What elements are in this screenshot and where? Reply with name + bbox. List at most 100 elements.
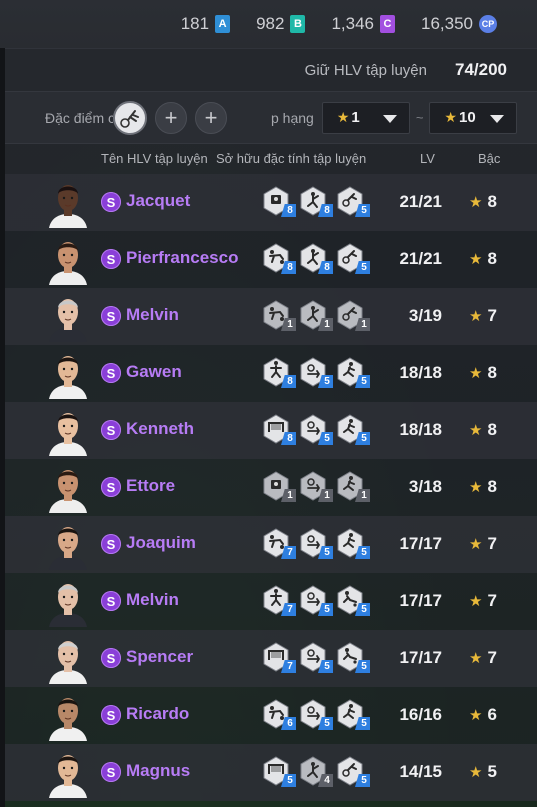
coach-level: 17/17 [399, 534, 442, 553]
star-icon: ★ [469, 764, 483, 781]
coach-row[interactable]: S Pierfrancesco 8 8 5 21/21 ★ 8 [5, 231, 537, 288]
run-icon: 5 [336, 699, 370, 730]
coach-row[interactable]: S Ettore 1 1 1 3/18 ★ 8 [5, 459, 537, 516]
star-icon: ★ [469, 650, 483, 667]
coach-grade-value: 8 [487, 477, 497, 496]
coach-traits: 885 [262, 243, 373, 274]
coach-row[interactable]: S Melvin 7 5 5 17/17 ★ 7 [5, 573, 537, 630]
coach-name: Pierfrancesco [126, 248, 239, 267]
tackle-icon: 7 [262, 528, 296, 559]
rarity-badge: S [101, 477, 121, 497]
column-header-lv[interactable]: LV [420, 151, 435, 166]
coach-name: Melvin [126, 305, 179, 324]
column-header-owned-traits[interactable]: Sở hữu đặc tính tập luyện [216, 151, 366, 166]
coach-level: 3/19 [408, 306, 442, 325]
coach-grade: ★ 8 [469, 420, 497, 440]
coach-grade: ★ 8 [469, 249, 497, 269]
coach-grade-value: 8 [487, 249, 497, 268]
coach-row[interactable]: S Joaquim 7 5 5 17/17 ★ 7 [5, 516, 537, 573]
coach-level: 18/18 [399, 363, 442, 382]
coach-traits: 111 [262, 300, 373, 331]
coach-avatar [45, 463, 91, 513]
shield-icon: 8 [262, 186, 296, 217]
coach-row[interactable]: S Kenneth 8 5 5 18/18 ★ 8 [5, 402, 537, 459]
coach-name: Ricardo [126, 704, 190, 723]
coach-row[interactable]: S Jacquet 8 8 5 21/21 ★ 8 [5, 174, 537, 231]
rank-range-separator: ~ [415, 110, 424, 125]
star-icon: ★ [469, 251, 483, 268]
min-rank-dropdown[interactable]: ★ 1 [321, 101, 410, 134]
coach-avatar [45, 748, 91, 798]
rarity-badge: S [101, 534, 121, 554]
star-icon: ★ [469, 422, 483, 439]
coach-grade: ★ 7 [469, 648, 497, 668]
slide-icon: 5 [336, 642, 370, 673]
coach-name: Spencer [126, 647, 194, 666]
chevron-down-icon [490, 114, 505, 123]
coach-row[interactable]: S Magnus 5 4 5 14/15 ★ 5 [5, 744, 537, 801]
coach-name: Magnus [126, 761, 191, 780]
add-trait-filter-button[interactable]: + [155, 101, 187, 134]
coach-grade: ★ 5 [469, 762, 497, 782]
ball-control-icon: 5 [299, 585, 333, 616]
rarity-badge: S [101, 762, 121, 782]
coach-name: Ettore [126, 476, 176, 495]
selected-trait-filter-icon[interactable] [113, 100, 147, 135]
coach-grade: ★ 6 [469, 705, 497, 725]
star-icon: ★ [469, 308, 483, 325]
coach-grade: ★ 8 [469, 192, 497, 212]
tackle-icon: 8 [262, 243, 296, 274]
coach-row[interactable]: S Gawen 8 5 5 18/18 ★ 8 [5, 345, 537, 402]
coach-avatar [45, 178, 91, 228]
slide-icon: 5 [336, 585, 370, 616]
coach-traits: 545 [262, 756, 373, 787]
max-rank-dropdown[interactable]: ★ 10 [429, 101, 518, 134]
star-icon: ★ [469, 707, 483, 724]
rarity-badge: S [101, 591, 121, 611]
coach-traits: 755 [262, 642, 373, 673]
ball-control-icon: 5 [299, 642, 333, 673]
coach-grade: ★ 7 [469, 534, 497, 554]
add-trait-filter-button[interactable]: + [195, 101, 227, 134]
coach-traits: 111 [262, 471, 373, 502]
star-icon: ★ [469, 593, 483, 610]
ball-control-icon: 5 [299, 699, 333, 730]
column-header-grade[interactable]: Bậc [478, 151, 500, 166]
coach-row[interactable]: S Spencer 7 5 5 17/17 ★ 7 [5, 630, 537, 687]
coach-grade-value: 7 [487, 534, 497, 553]
coach-row[interactable]: S Melvin 1 1 1 3/19 ★ 7 [5, 288, 537, 345]
goal-icon: 7 [262, 642, 296, 673]
column-header-name[interactable]: Tên HLV tập luyện [101, 151, 208, 166]
coach-row[interactable]: S Ricardo 6 5 5 16/16 ★ 6 [5, 687, 537, 744]
coach-traits: 755 [262, 585, 373, 616]
ball-control-icon: 5 [299, 357, 333, 388]
coach-grade-value: 7 [487, 648, 497, 667]
currency-value: 16,350 [421, 14, 473, 33]
min-rank-value: 1 [351, 109, 360, 126]
coach-level: 18/18 [399, 420, 442, 439]
coach-avatar [45, 406, 91, 456]
coach-traits: 885 [262, 186, 373, 217]
currency-item: 181 A [181, 14, 231, 34]
currency-badge-icon: A [215, 15, 231, 33]
coach-name: Jacquet [126, 191, 191, 210]
rank-filter-label: p hạng [271, 109, 314, 126]
coach-grade-value: 6 [487, 705, 497, 724]
currency-value: 1,346 [331, 14, 374, 33]
coach-limit-value: 74/200 [455, 60, 507, 79]
coach-limit-label: Giữ HLV tập luyện [304, 61, 427, 79]
run-icon: 5 [336, 528, 370, 559]
coach-avatar [45, 349, 91, 399]
coach-avatar [45, 577, 91, 627]
coach-grade-value: 8 [487, 420, 497, 439]
coach-traits: 855 [262, 357, 373, 388]
coach-name: Gawen [126, 362, 182, 381]
star-icon: ★ [444, 109, 457, 125]
kick-icon: 1 [299, 300, 333, 331]
coach-avatar [45, 691, 91, 741]
run-icon: 5 [336, 357, 370, 388]
run-icon: 1 [336, 471, 370, 502]
currency-item: 16,350 CP [421, 14, 497, 34]
coach-traits: 655 [262, 699, 373, 730]
dribble-icon: 5 [336, 243, 370, 274]
